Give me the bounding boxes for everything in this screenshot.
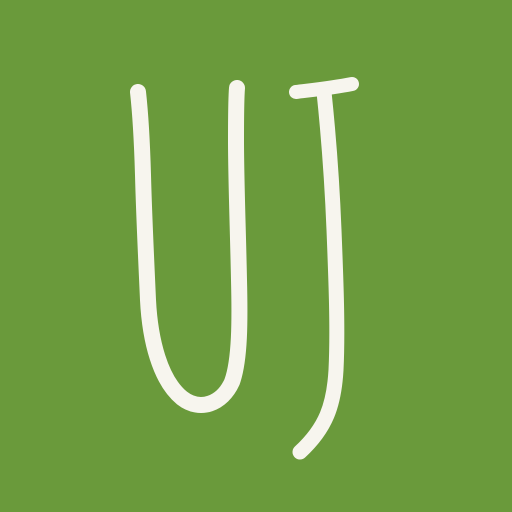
letter-u-stroke bbox=[130, 80, 248, 413]
letter-j-stem-stroke bbox=[292, 84, 345, 460]
uj-monogram-logo bbox=[130, 77, 359, 460]
logo-tile bbox=[0, 0, 512, 512]
